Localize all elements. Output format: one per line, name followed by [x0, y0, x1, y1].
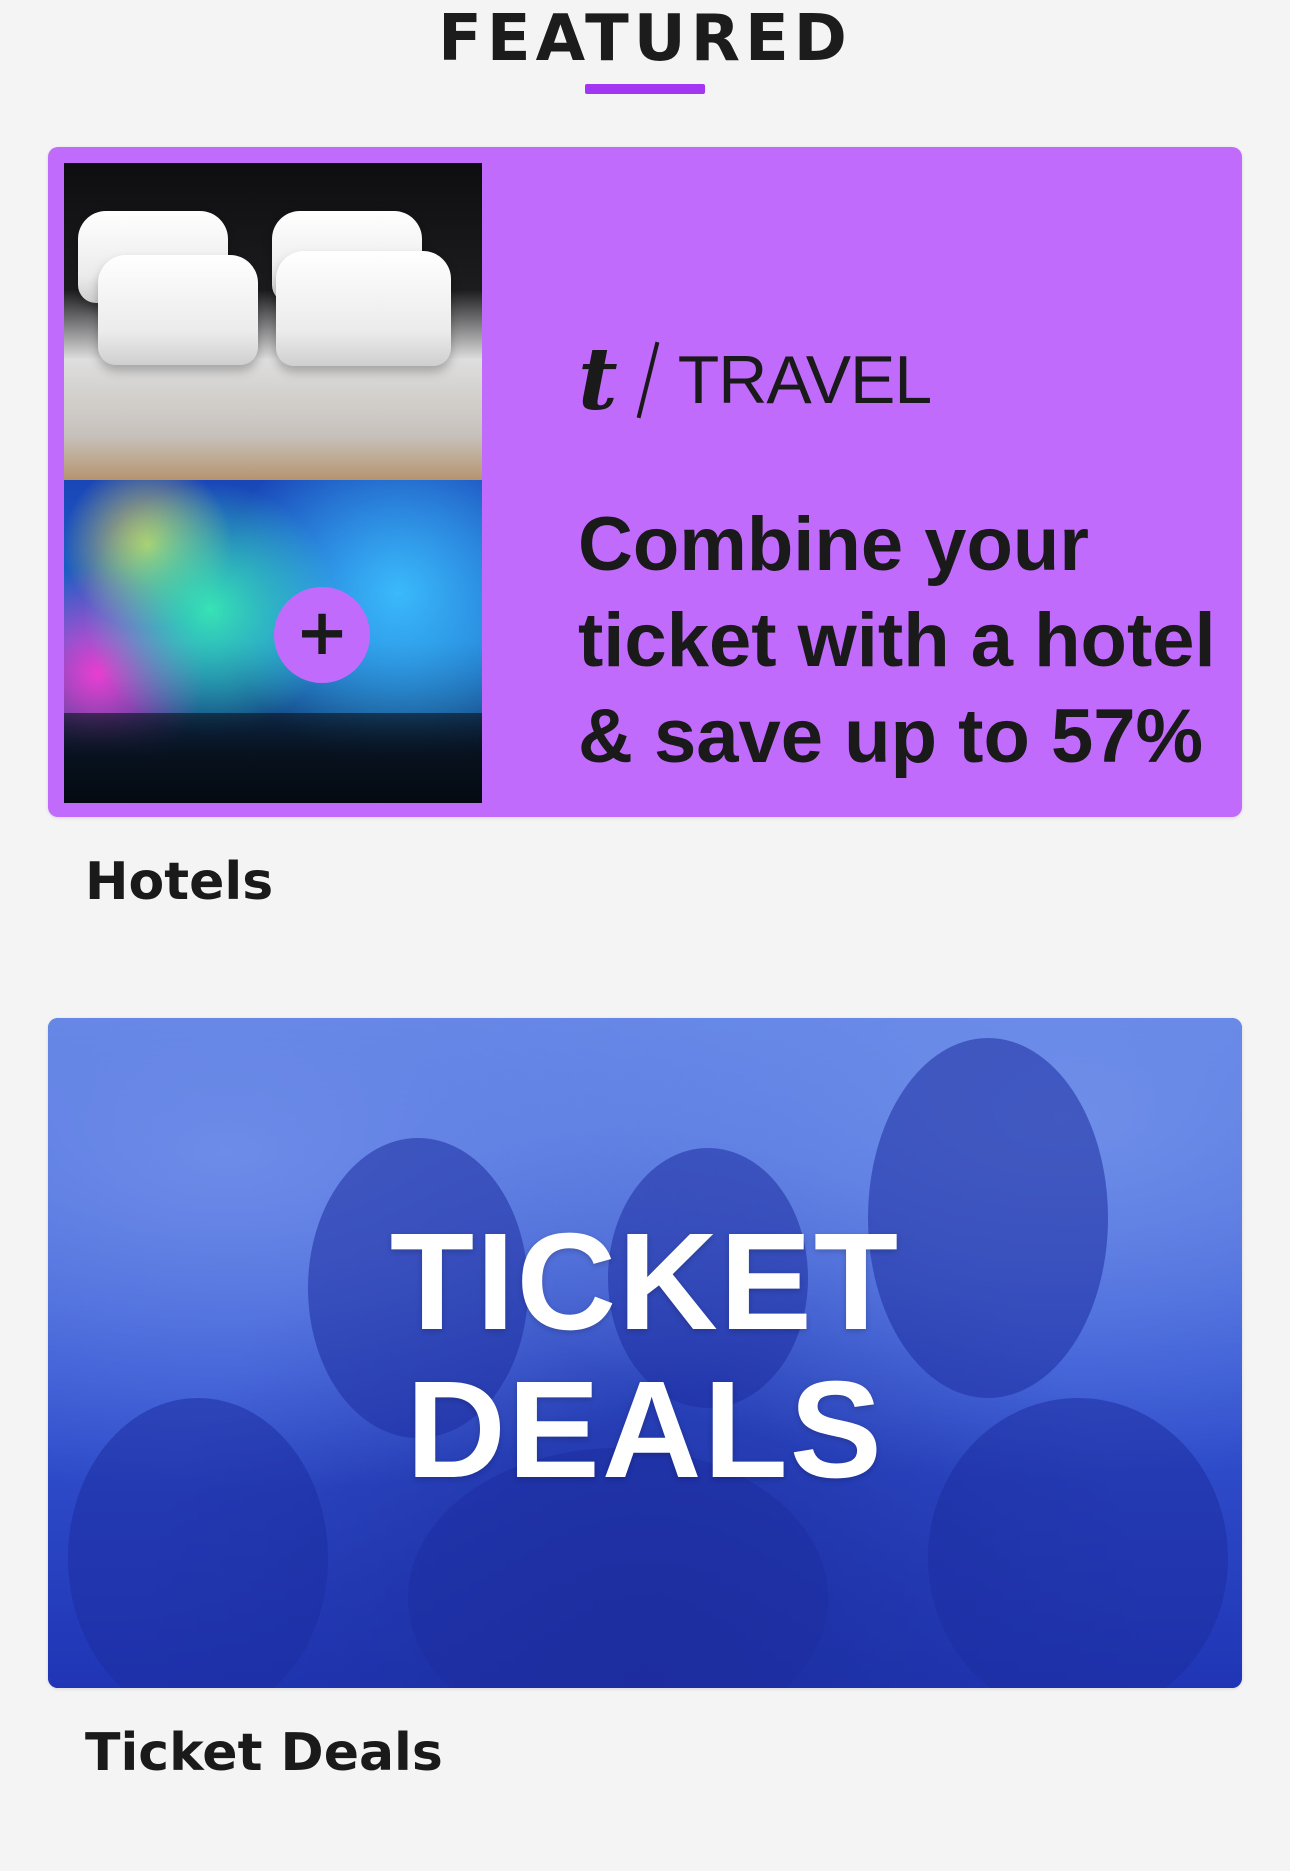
hotel-bed-photo: [64, 163, 482, 480]
hotels-card-label[interactable]: Hotels: [85, 852, 273, 912]
ticket-deals-card-label[interactable]: Ticket Deals: [85, 1723, 443, 1783]
section-title: FEATURED: [438, 2, 852, 76]
brand-t-mark: t: [578, 329, 618, 430]
pillow-shape: [98, 255, 258, 365]
brand-slash-divider: [636, 341, 660, 419]
hotels-card[interactable]: + t TRAVEL Combine your ticket with a ho…: [48, 147, 1242, 817]
ticket-deals-title-line1: TICKET: [389, 1205, 901, 1359]
hotel-concert-image: [64, 163, 482, 803]
brand-travel-text: TRAVEL: [677, 342, 932, 418]
ticket-deals-title: TICKET DEALS: [48, 1208, 1242, 1504]
section-title-underline: [585, 84, 705, 94]
crowd-silhouette: [64, 713, 482, 803]
concert-photo: [64, 480, 482, 803]
plus-icon: +: [274, 587, 370, 683]
ticket-deals-title-line2: DEALS: [406, 1353, 884, 1507]
featured-page: FEATURED + t TRAVEL Combine your ticket …: [0, 0, 1290, 1871]
hotel-promo-headline: Combine your ticket with a hotel & save …: [578, 502, 1216, 779]
travel-brand-logo: t TRAVEL: [578, 329, 932, 430]
pillow-shape: [276, 251, 451, 366]
ticket-deals-card[interactable]: TICKET DEALS: [48, 1018, 1242, 1688]
